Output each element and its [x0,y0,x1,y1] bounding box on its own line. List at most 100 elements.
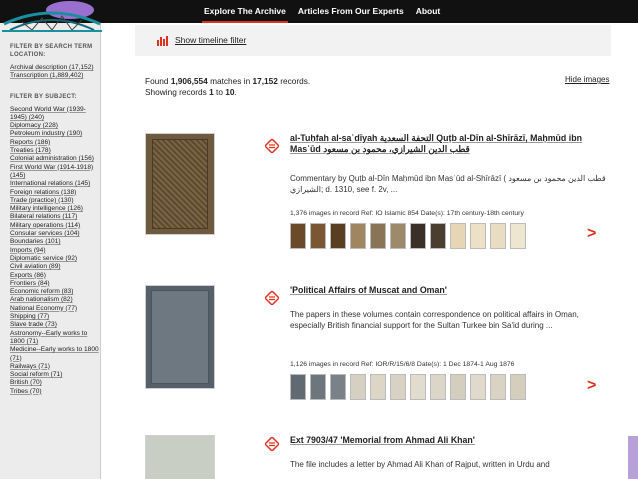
subject-filter[interactable]: Medicine--Early works to 1800 (71) [10,346,100,363]
filter-search-heading: FILTER BY SEARCH TERM LOCATION: [10,44,93,58]
record-description: Commentary by Quṭb al-Dīn Maḥmūd ibn Mas… [290,174,606,194]
page-thumbnail[interactable] [290,223,306,249]
record-title[interactable]: al-Tuḥfah al-saʿdīyah التحفة السعدية Quṭ… [290,133,615,155]
site-logo[interactable] [2,0,102,36]
page-thumbnail[interactable] [310,374,326,400]
record-description: The papers in these volumes contain corr… [290,310,579,330]
subject-filter[interactable]: Foreign relations (138) [10,189,100,197]
subject-filter[interactable]: Treaties (178) [10,147,100,155]
subject-filter[interactable]: Consular services (104) [10,230,100,238]
subject-filter[interactable]: Economic reform (83) [10,288,100,296]
chevron-right-icon[interactable]: > [587,377,596,395]
page-thumbnail[interactable] [450,374,466,400]
page-thumbnail[interactable] [410,223,426,249]
page-thumbnail[interactable] [290,374,306,400]
subject-filter[interactable]: Astronomy--Early works to 1800 (71) [10,330,100,347]
page-thumbnail[interactable] [410,374,426,400]
subject-list: Second World War (1939-1945) (240) Diplom… [10,106,100,396]
page-thumbnail[interactable] [330,223,346,249]
found-records: 17,152 [252,76,278,86]
subject-filter[interactable]: Tribes (70) [10,388,100,396]
showing-suffix: . [234,87,237,97]
search-location-filter[interactable]: Archival description (17,152) [10,64,100,72]
page-thumbnail[interactable] [350,374,366,400]
page-thumbnail[interactable] [490,374,506,400]
subject-filter[interactable]: Diplomatic service (92) [10,255,100,263]
result-record: 'Political Affairs of Muscat and Oman' T… [145,285,615,425]
subject-filter[interactable]: Social reform (71) [10,371,100,379]
filter-subject-heading: FILTER BY SUBJECT: [10,93,77,100]
subject-filter[interactable]: International relations (145) [10,180,100,188]
subject-filter[interactable]: Civil aviation (89) [10,263,100,271]
timeline-filter-box: Show timeline filter [135,25,611,56]
subject-filter[interactable]: Boundaries (101) [10,238,100,246]
image-strip [290,223,526,249]
page-thumbnail[interactable] [370,374,386,400]
found-mid: matches in [207,76,253,86]
subject-filter[interactable]: Military operations (114) [10,222,100,230]
page-thumbnail[interactable] [510,223,526,249]
subject-filter[interactable]: Second World War (1939-1945) (240) [10,106,100,123]
page-thumbnail[interactable] [330,374,346,400]
show-timeline-link[interactable]: Show timeline filter [175,35,246,45]
image-strip [290,374,526,400]
record-thumbnail[interactable] [145,435,215,479]
document-icon [265,437,279,451]
record-title[interactable]: Ext 7903/47 'Memorial from Ahmad Ali Kha… [290,435,615,446]
page-thumbnail[interactable] [430,374,446,400]
page-thumbnail[interactable] [390,374,406,400]
page-thumbnail[interactable] [470,374,486,400]
subject-filter[interactable]: Petroleum industry (190) [10,130,100,138]
page-thumbnail[interactable] [310,223,326,249]
subject-filter[interactable]: Colonial administration (156) [10,155,100,163]
subject-filter[interactable]: Shipping (77) [10,313,100,321]
chevron-right-icon[interactable]: > [587,225,596,243]
found-prefix: Found [145,76,171,86]
showing-prefix: Showing records [145,87,210,97]
result-record: al-Tuḥfah al-saʿdīyah التحفة السعدية Quṭ… [145,133,615,273]
record-thumbnail[interactable] [145,133,215,235]
bar-chart-icon[interactable] [157,36,171,46]
showing-to-word: to [213,87,226,97]
record-meta: 1,376 images in record Ref: IO Islamic 8… [290,210,524,217]
page-thumbnail[interactable] [510,374,526,400]
page-thumbnail[interactable] [350,223,366,249]
page-thumbnail[interactable] [470,223,486,249]
subject-filter[interactable]: Slave trade (73) [10,321,100,329]
nav-explore-archive[interactable]: Explore The Archive [198,0,292,23]
page-thumbnail[interactable] [430,223,446,249]
record-title[interactable]: 'Political Affairs of Muscat and Oman' [290,285,615,296]
subject-filter[interactable]: First World War (1914-1918) (145) [10,164,100,181]
subject-filter[interactable]: Reports (186) [10,139,100,147]
document-icon [265,139,279,153]
document-icon [265,291,279,305]
subject-filter[interactable]: Exports (86) [10,272,100,280]
search-location-filter[interactable]: Transcription (1,889,402) [10,72,100,80]
feedback-tab[interactable] [628,436,638,479]
record-thumbnail[interactable] [145,285,215,389]
results-main: Show timeline filter Found 1,906,554 mat… [101,23,638,479]
record-description: The file includes a letter by Ahmad Ali … [290,460,550,469]
subject-filter[interactable]: Frontiers (84) [10,280,100,288]
subject-filter[interactable]: Trade (practice) (130) [10,197,100,205]
page-thumbnail[interactable] [390,223,406,249]
subject-filter[interactable]: Imports (94) [10,247,100,255]
page-thumbnail[interactable] [370,223,386,249]
subject-filter[interactable]: Arab nationalism (82) [10,296,100,304]
subject-filter[interactable]: Military intelligence (126) [10,205,100,213]
main-nav: Explore The Archive Articles From Our Ex… [198,0,446,23]
subject-filter[interactable]: Diplomacy (228) [10,122,100,130]
found-suffix: records. [277,76,311,86]
search-location-list: Archival description (17,152) Transcripti… [10,64,100,81]
subject-filter[interactable]: Railways (71) [10,363,100,371]
subject-filter[interactable]: British (70) [10,379,100,387]
nav-about[interactable]: About [410,0,447,23]
page-thumbnail[interactable] [490,223,506,249]
subject-filter[interactable]: Bilateral relations (117) [10,213,100,221]
result-record: Ext 7903/47 'Memorial from Ahmad Ali Kha… [145,435,615,479]
results-summary: Found 1,906,554 matches in 17,152 record… [145,76,310,98]
subject-filter[interactable]: National Economy (77) [10,305,100,313]
nav-articles[interactable]: Articles From Our Experts [292,0,410,23]
hide-images-link[interactable]: Hide images [565,75,609,84]
page-thumbnail[interactable] [450,223,466,249]
